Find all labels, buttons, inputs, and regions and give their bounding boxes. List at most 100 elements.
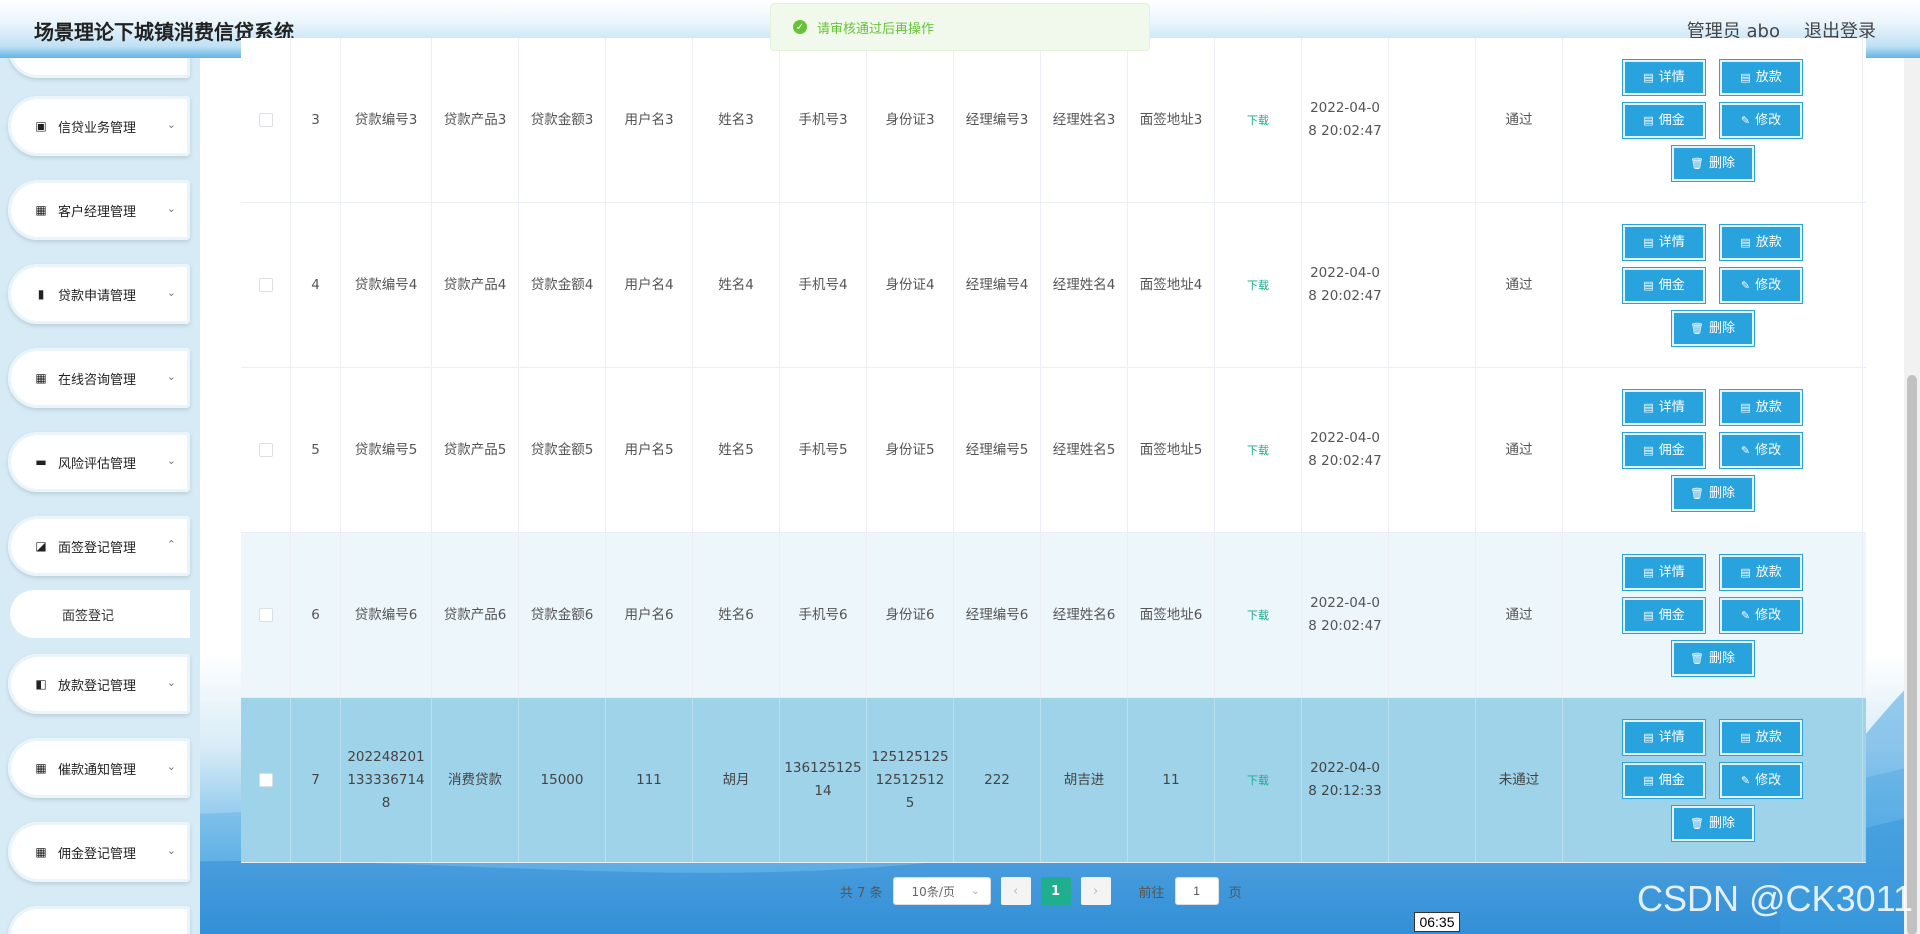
status: 通过 [1476,203,1563,367]
row-checkbox[interactable] [258,113,273,127]
delete-button[interactable]: 🗑 删除 [1670,474,1755,512]
trash-icon: 🗑 [1690,321,1704,335]
detail-label: 详情 [1658,69,1685,85]
document-icon: ▤ [1643,400,1654,414]
edit-button[interactable]: ✎ 修改 [1719,101,1803,139]
release-button[interactable]: ▤ 放款 [1719,58,1803,96]
detail-label: 详情 [1658,564,1685,580]
username: 用户名4 [606,203,693,367]
edit-label: 修改 [1755,607,1782,623]
actions-cell: ▤ 详情 ▤ 放款 ▤ 佣金 ✎ 修改 🗑 删除 [1563,203,1863,367]
full-name: 姓名6 [693,533,780,697]
goto-label: 前往 [1138,885,1165,901]
loan-product: 贷款产品5 [432,368,519,532]
remark [1389,698,1476,862]
pagination: 共 7 条 10条/页 ⌄ ‹ 1 › 前往 页 [840,876,1242,906]
sidebar-item-collection-notice[interactable]: ▦ 催款通知管理 ⌄ [8,738,190,798]
sidebar-item-commission[interactable]: ▦ 佣金登记管理 ⌄ [8,822,190,882]
delete-button[interactable]: 🗑 删除 [1670,144,1755,182]
table-row: 7 2022482011333367148 消费贷款 15000 111 胡月 … [241,698,1866,863]
id-card: 身份证5 [867,368,954,532]
download-link[interactable]: 下载 [1247,769,1269,792]
commission-button[interactable]: ▤ 佣金 [1622,431,1706,469]
username: 用户名6 [606,533,693,697]
scrollbar-thumb[interactable] [1907,375,1917,934]
page-size-select[interactable]: 10条/页 ⌄ [892,877,991,905]
sidebar-item-risk-assessment[interactable]: ▬ 风险评估管理 ⌄ [8,432,190,492]
pencil-icon: ✎ [1740,113,1751,127]
row-checkbox[interactable] [258,773,273,787]
sign-address: 面签地址6 [1128,533,1215,697]
sidebar-item-partial[interactable] [8,906,190,934]
page-size-value: 10条/页 [911,884,955,899]
sidebar-item-customer-manager[interactable]: ▦ 客户经理管理 ⌄ [8,180,190,240]
release-button[interactable]: ▤ 放款 [1719,553,1803,591]
id-card: 12512512512512512 5 [867,698,954,862]
commission-label: 佣金 [1658,112,1685,128]
sidebar-item-loan-release[interactable]: ◧ 放款登记管理 ⌄ [8,654,190,714]
loan-product: 消费贷款 [432,698,519,862]
remark [1389,38,1476,202]
loan-number: 贷款编号6 [341,533,432,697]
sidebar-item-label: 佣金登记管理 [58,846,137,862]
chevron-down-icon: ⌄ [166,286,176,299]
commission-button[interactable]: ▤ 佣金 [1622,101,1706,139]
delete-button[interactable]: 🗑 删除 [1670,639,1755,677]
sidebar-item-credit-business[interactable]: ▣ 信贷业务管理 ⌄ [8,96,190,156]
detail-button[interactable]: ▤ 详情 [1622,223,1706,261]
row-checkbox[interactable] [258,278,273,292]
prev-page-button[interactable]: ‹ [1000,877,1031,905]
edit-button[interactable]: ✎ 修改 [1719,596,1803,634]
book-icon: ▮ [37,287,45,301]
document-icon: ▤ [1740,235,1751,249]
table-row: 4 贷款编号4 贷款产品4 贷款金额4 用户名4 姓名4 手机号4 身份证4 经… [241,203,1866,368]
phone: 手机号3 [780,38,867,202]
timestamp: 2022-04-08 20:12:33 [1302,698,1389,862]
timestamp: 2022-04-08 20:02:47 [1302,533,1389,697]
status: 通过 [1476,38,1563,202]
download-link[interactable]: 下载 [1247,109,1269,132]
delete-button[interactable]: 🗑 删除 [1670,804,1755,842]
sidebar-item-loan-application[interactable]: ▮ 贷款申请管理 ⌄ [8,264,190,324]
edit-button[interactable]: ✎ 修改 [1719,431,1803,469]
sidebar-item-label: 风险评估管理 [58,456,137,472]
page-1-button[interactable]: 1 [1040,877,1071,905]
timestamp: 2022-04-08 20:02:47 [1302,368,1389,532]
release-button[interactable]: ▤ 放款 [1719,388,1803,426]
download-link[interactable]: 下载 [1247,439,1269,462]
detail-button[interactable]: ▤ 详情 [1622,718,1706,756]
release-label: 放款 [1755,69,1782,85]
download-link[interactable]: 下载 [1247,274,1269,297]
edit-button[interactable]: ✎ 修改 [1719,266,1803,304]
row-checkbox[interactable] [258,443,273,457]
row-checkbox[interactable] [258,608,273,622]
commission-button[interactable]: ▤ 佣金 [1622,596,1706,634]
chevron-down-icon: ⌄ [166,676,176,689]
detail-button[interactable]: ▤ 详情 [1622,388,1706,426]
detail-button[interactable]: ▤ 详情 [1622,58,1706,96]
sidebar-item-sign-registration[interactable]: ◪ 面签登记管理 ⌃ [8,516,190,576]
release-button[interactable]: ▤ 放款 [1719,223,1803,261]
commission-button[interactable]: ▤ 佣金 [1622,266,1706,304]
document-icon: ▤ [1740,400,1751,414]
sidebar-item-online-consult[interactable]: ▦ 在线咨询管理 ⌄ [8,348,190,408]
sidebar-subitem-sign-registration[interactable]: 面签登记 [10,590,190,638]
release-button[interactable]: ▤ 放款 [1719,718,1803,756]
sidebar-item-label: 客户经理管理 [58,204,137,220]
id-card: 身份证3 [867,38,954,202]
download-link[interactable]: 下载 [1247,604,1269,627]
delete-button[interactable]: 🗑 删除 [1670,309,1755,347]
loan-product: 贷款产品6 [432,533,519,697]
chevron-down-icon: ⌄ [166,118,176,131]
clipboard-icon: ▣ [35,119,47,133]
sidebar-item-partial[interactable] [8,58,190,78]
goto-page-input[interactable] [1174,877,1219,905]
next-page-button[interactable]: › [1080,877,1111,905]
detail-button[interactable]: ▤ 详情 [1622,553,1706,591]
document-icon: ▤ [1740,730,1751,744]
commission-button[interactable]: ▤ 佣金 [1622,761,1706,799]
chevron-down-icon: ⌄ [971,885,980,897]
edit-button[interactable]: ✎ 修改 [1719,761,1803,799]
id-card: 身份证4 [867,203,954,367]
trash-icon: 🗑 [1690,816,1704,830]
